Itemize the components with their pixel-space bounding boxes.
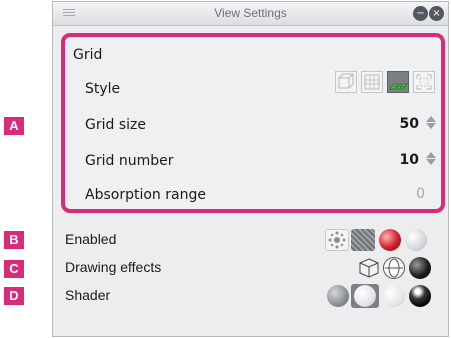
close-icon[interactable]: × (429, 6, 444, 21)
grid-plane-icon[interactable] (361, 71, 383, 93)
callout-b: B (4, 231, 24, 249)
absorption-range-label: Absorption range (85, 187, 206, 203)
texture-icon[interactable] (351, 229, 375, 251)
white-sphere-selected-icon[interactable] (351, 284, 379, 308)
wire-cube-icon[interactable] (357, 257, 381, 279)
callout-a: A (4, 117, 24, 135)
enabled-label: Enabled (65, 231, 117, 247)
floor-grid-icon[interactable] (387, 71, 409, 93)
style-label: Style (85, 81, 121, 97)
black-sphere-icon[interactable] (409, 257, 431, 279)
cube-icon[interactable] (335, 71, 357, 93)
textured-sphere-icon[interactable] (327, 285, 349, 307)
grid-settings-group: Grid Style Grid size 50 Grid number 10 A… (61, 33, 445, 213)
grid-number-value[interactable]: 10 (395, 152, 419, 168)
dots-icon[interactable] (325, 229, 349, 251)
gray-sphere-icon[interactable] (405, 229, 427, 251)
grid-size-label: Grid size (85, 117, 146, 133)
callout-c: C (4, 260, 24, 278)
white-sphere-icon[interactable] (383, 285, 405, 307)
grid-heading: Grid (73, 47, 103, 63)
drawing-effects-label: Drawing effects (65, 259, 162, 275)
grid-number-label: Grid number (85, 153, 174, 169)
grid-size-value[interactable]: 50 (395, 116, 419, 132)
view-settings-panel: View Settings − × Grid Style Grid size 5… (52, 1, 449, 337)
window-title: View Settings (214, 6, 287, 20)
minimize-icon[interactable]: − (413, 6, 428, 21)
red-sphere-icon[interactable] (379, 229, 401, 251)
grid-number-spinner[interactable] (425, 151, 437, 169)
shader-label: Shader (65, 287, 111, 303)
title-bar[interactable]: View Settings − × (53, 2, 448, 26)
grid-size-spinner[interactable] (425, 115, 437, 133)
black-shine-sphere-icon[interactable] (409, 285, 431, 307)
callout-d: D (4, 287, 24, 305)
wire-sphere-icon[interactable] (383, 257, 405, 279)
absorption-range-value: 0 (416, 186, 425, 202)
bracket-box-icon[interactable] (413, 71, 435, 93)
